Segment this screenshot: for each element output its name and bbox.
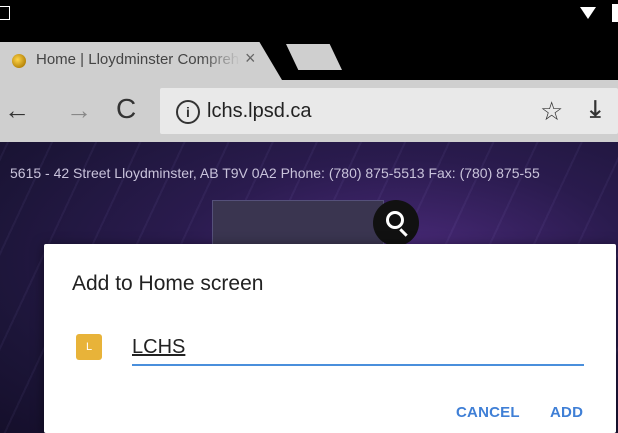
school-address: 5615 - 42 Street Lloydminster, AB T9V 0A… xyxy=(10,165,540,181)
add-to-home-dialog: Add to Home screen L CANCEL ADD xyxy=(44,244,616,433)
add-button[interactable]: ADD xyxy=(550,404,583,421)
url-text[interactable]: lchs.lpsd.ca xyxy=(207,100,312,123)
reload-icon[interactable]: C xyxy=(116,95,136,123)
back-arrow-icon[interactable]: ← xyxy=(4,97,30,123)
search-icon[interactable] xyxy=(373,200,419,246)
battery-icon xyxy=(612,4,618,22)
wifi-icon xyxy=(580,7,596,19)
tab-close-icon[interactable]: × xyxy=(245,48,256,69)
address-bar[interactable]: i lchs.lpsd.ca ☆ ⤓ xyxy=(160,88,618,134)
info-icon[interactable]: i xyxy=(176,100,200,124)
tab-home[interactable]: Home | Lloydminster Comprehensive High S… xyxy=(0,42,282,80)
new-tab-button[interactable] xyxy=(286,44,342,70)
tab-title: Home | Lloydminster Comprehensive High S… xyxy=(36,51,241,68)
shortcut-name-input[interactable] xyxy=(132,332,584,366)
forward-arrow-icon[interactable]: → xyxy=(66,97,92,123)
status-bar xyxy=(0,0,618,30)
app-shortcut-icon: L xyxy=(76,334,102,360)
notification-icon xyxy=(0,6,10,20)
download-icon[interactable]: ⤓ xyxy=(590,96,601,124)
site-favicon-icon xyxy=(12,54,26,68)
site-search-input[interactable] xyxy=(212,200,384,248)
dialog-title: Add to Home screen xyxy=(72,272,264,295)
browser-toolbar: ← → C i lchs.lpsd.ca ☆ ⤓ xyxy=(0,80,618,142)
tab-strip: Home | Lloydminster Comprehensive High S… xyxy=(0,30,618,80)
bookmark-star-icon[interactable]: ☆ xyxy=(540,96,563,127)
cancel-button[interactable]: CANCEL xyxy=(456,404,520,421)
